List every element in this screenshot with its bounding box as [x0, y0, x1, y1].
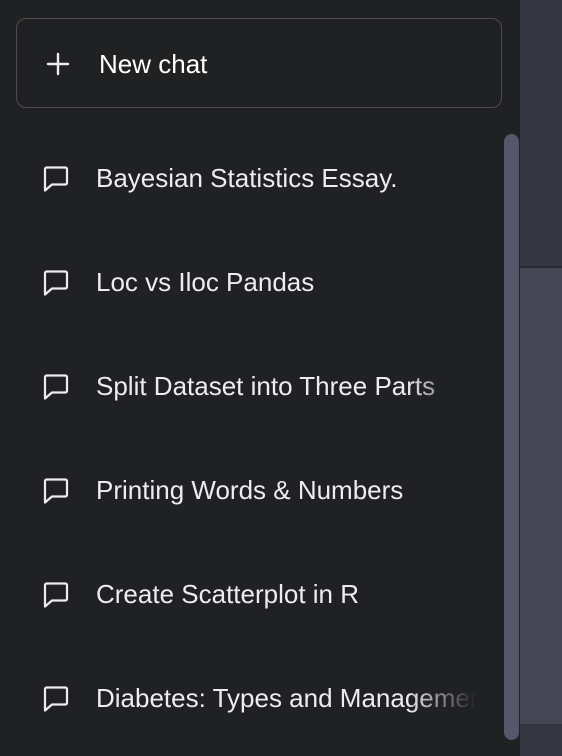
- plus-icon: [46, 52, 70, 76]
- message-icon: [41, 476, 71, 506]
- message-icon: [41, 580, 71, 610]
- history-item-2[interactable]: Split Dataset into Three Parts: [0, 334, 500, 438]
- message-icon: [41, 164, 71, 194]
- main-panel-top: [520, 0, 562, 268]
- chat-history-list: Bayesian Statistics Essay. Loc vs Iloc P…: [0, 126, 500, 756]
- main-panel-footer: [520, 724, 562, 756]
- history-item-title: Bayesian Statistics Essay.: [96, 163, 398, 193]
- history-item-title: Diabetes: Types and Management: [96, 683, 476, 713]
- history-item-5[interactable]: Diabetes: Types and Management: [0, 646, 500, 750]
- message-icon: [41, 372, 71, 402]
- sidebar: New chat Bayesian Statistics Essay. Loc …: [0, 0, 520, 756]
- history-item-4[interactable]: Create Scatterplot in R: [0, 542, 500, 646]
- app-window: New chat Bayesian Statistics Essay. Loc …: [0, 0, 562, 756]
- history-item-0[interactable]: Bayesian Statistics Essay.: [0, 126, 500, 230]
- history-item-1[interactable]: Loc vs Iloc Pandas: [0, 230, 500, 334]
- sidebar-scrollbar[interactable]: [504, 134, 519, 740]
- main-panel-message: [520, 268, 562, 724]
- new-chat-label: New chat: [99, 49, 208, 79]
- new-chat-button[interactable]: New chat: [16, 18, 502, 108]
- message-icon: [41, 268, 71, 298]
- history-item-title: Split Dataset into Three Parts: [96, 371, 436, 401]
- history-item-3[interactable]: Printing Words & Numbers: [0, 438, 500, 542]
- history-item-title: Printing Words & Numbers: [96, 475, 404, 505]
- history-item-title: Loc vs Iloc Pandas: [96, 267, 315, 297]
- history-item-title: Create Scatterplot in R: [96, 579, 360, 609]
- message-icon: [41, 684, 71, 714]
